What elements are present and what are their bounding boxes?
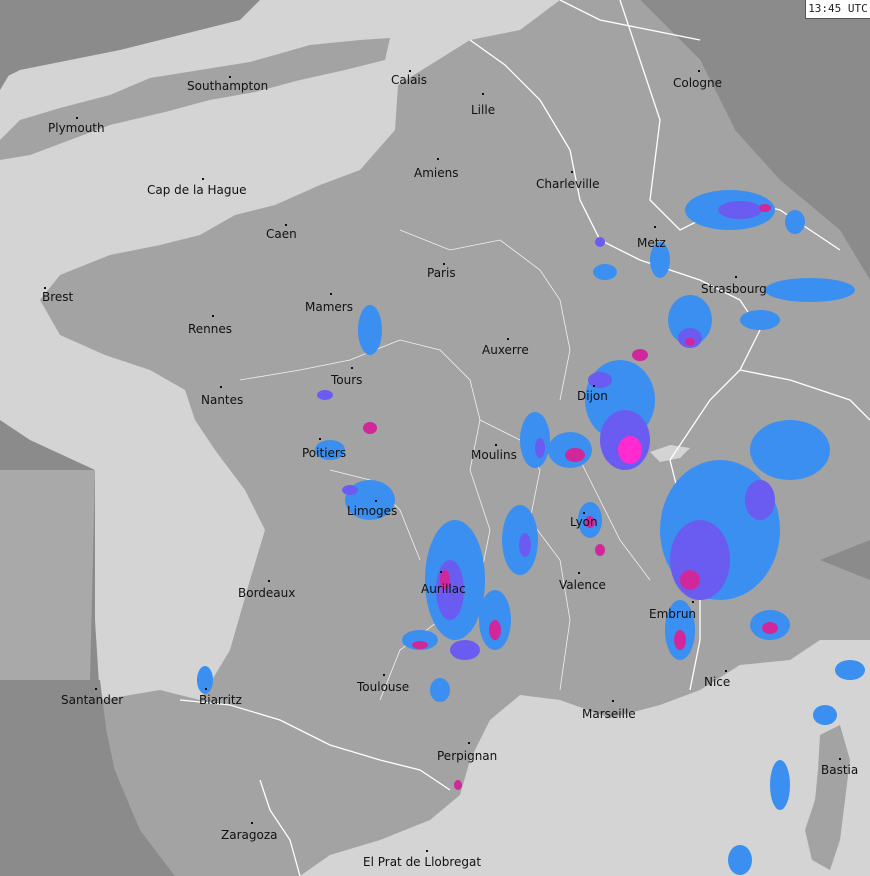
city-dot-mamers — [330, 293, 332, 295]
city-label-bastia: Bastia — [821, 763, 859, 777]
city-label-dijon: Dijon — [577, 389, 608, 403]
city-label-embrun: Embrun — [649, 607, 697, 621]
city-dot-cap-de-la-hague — [202, 178, 204, 180]
timestamp-label: 13:45 UTC — [805, 0, 870, 19]
city-label-valence: Valence — [559, 578, 606, 592]
city-label-nice: Nice — [704, 675, 731, 689]
city-label-paris: Paris — [427, 266, 456, 280]
city-dot-nice — [725, 670, 727, 672]
city-label-rennes: Rennes — [188, 322, 233, 336]
city-dot-bastia — [839, 758, 841, 760]
city-dot-southampton — [229, 76, 231, 78]
city-label-marseille: Marseille — [582, 707, 636, 721]
city-dot-metz — [654, 226, 656, 228]
city-dot-calais — [409, 70, 411, 72]
city-label-amiens: Amiens — [414, 166, 459, 180]
city-dot-bordeaux — [268, 580, 270, 582]
city-label-el-prat: El Prat de Llobregat — [363, 855, 482, 869]
city-label-limoges: Limoges — [347, 504, 398, 518]
city-label-strasbourg: Strasbourg — [701, 282, 767, 296]
city-label-brest: Brest — [42, 290, 74, 304]
city-dot-lille — [482, 93, 484, 95]
city-dot-tours — [351, 367, 353, 369]
city-label-poitiers: Poitiers — [302, 446, 347, 460]
city-dot-valence — [578, 572, 580, 574]
city-label-lyon: Lyon — [570, 515, 598, 529]
city-dot-rennes — [212, 315, 214, 317]
city-label-metz: Metz — [637, 236, 666, 250]
city-label-bordeaux: Bordeaux — [238, 586, 296, 600]
radar-map[interactable]: 13:45 UTC Southampton Calais Cologne Ply… — [0, 0, 870, 876]
map-base — [0, 0, 870, 876]
city-label-calais: Calais — [391, 73, 428, 87]
city-label-toulouse: Toulouse — [357, 680, 410, 694]
city-dot-el-prat — [426, 850, 428, 852]
city-label-zaragoza: Zaragoza — [221, 828, 278, 842]
city-dot-biarritz — [205, 688, 207, 690]
city-label-mamers: Mamers — [305, 300, 353, 314]
city-dot-zaragoza — [251, 822, 253, 824]
city-dot-perpignan — [468, 742, 470, 744]
city-label-santander: Santander — [61, 693, 124, 707]
city-dot-toulouse — [383, 674, 385, 676]
city-label-biarritz: Biarritz — [199, 693, 242, 707]
city-dot-strasbourg — [735, 276, 737, 278]
city-label-tours: Tours — [331, 373, 363, 387]
city-dot-plymouth — [76, 117, 78, 119]
city-dot-marseille — [612, 700, 614, 702]
city-dot-paris — [443, 263, 445, 265]
city-label-auxerre: Auxerre — [482, 343, 529, 357]
city-label-plymouth: Plymouth — [48, 121, 105, 135]
city-dot-cologne — [698, 70, 700, 72]
city-label-cap-de-la-hague: Cap de la Hague — [147, 183, 247, 197]
city-label-moulins: Moulins — [471, 448, 517, 462]
city-dot-lyon — [583, 512, 585, 514]
city-label-caen: Caen — [266, 227, 297, 241]
city-dot-poitiers — [319, 438, 321, 440]
city-dot-amiens — [437, 158, 439, 160]
city-dot-nantes — [220, 386, 222, 388]
city-dot-aurillac — [440, 571, 442, 573]
city-label-southampton: Southampton — [187, 79, 269, 93]
city-label-charleville: Charleville — [536, 177, 600, 191]
city-label-nantes: Nantes — [201, 393, 244, 407]
city-dot-moulins — [495, 444, 497, 446]
city-label-perpignan: Perpignan — [437, 749, 498, 763]
city-dot-charleville — [571, 171, 573, 173]
city-dot-brest — [44, 287, 46, 289]
city-dot-caen — [285, 224, 287, 226]
city-dot-auxerre — [507, 338, 509, 340]
city-dot-dijon — [593, 385, 595, 387]
city-label-aurillac: Aurillac — [421, 582, 466, 596]
city-dot-limoges — [375, 500, 377, 502]
city-label-cologne: Cologne — [673, 76, 723, 90]
city-dot-santander — [95, 688, 97, 690]
city-dot-embrun — [692, 601, 694, 603]
city-label-lille: Lille — [471, 103, 496, 117]
